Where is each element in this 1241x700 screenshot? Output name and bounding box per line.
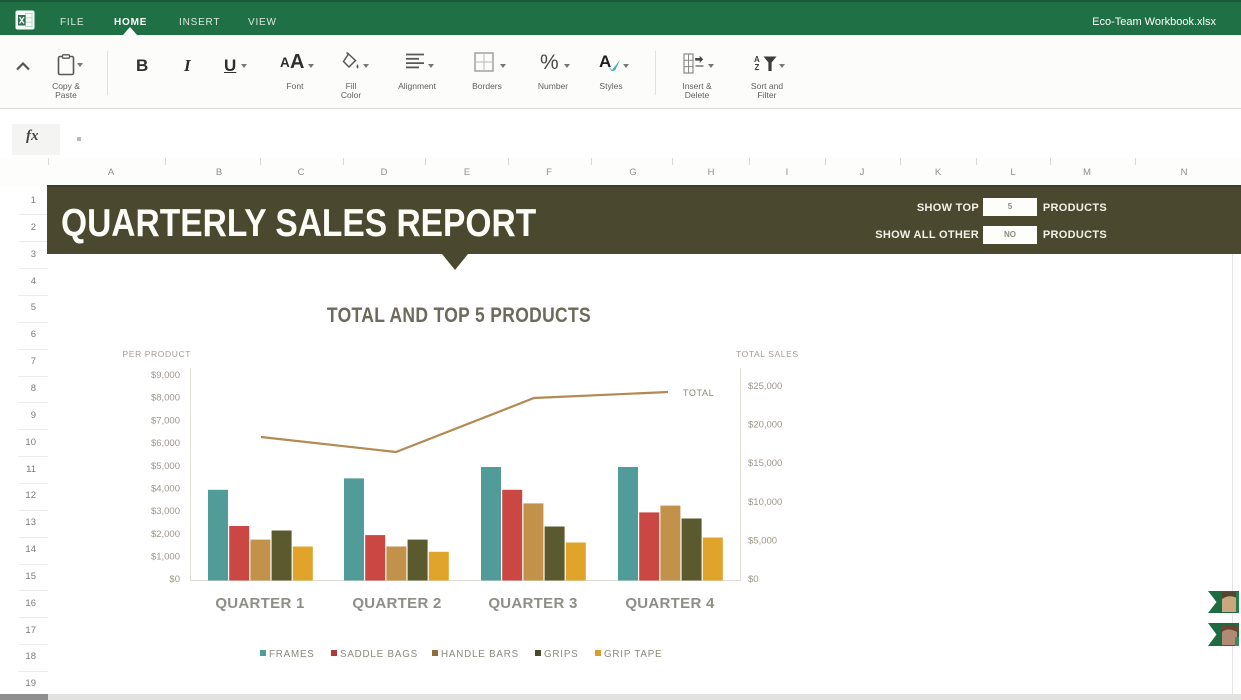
svg-text:FRAMES: FRAMES [269, 649, 315, 660]
svg-text:$0: $0 [169, 574, 180, 585]
svg-text:QUARTER 4: QUARTER 4 [625, 595, 715, 612]
svg-text:$1,000: $1,000 [151, 552, 180, 563]
svg-text:TOTAL AND TOP 5 PRODUCTS: TOTAL AND TOP 5 PRODUCTS [327, 305, 591, 328]
svg-text:$8,000: $8,000 [151, 393, 180, 404]
svg-text:TOTAL: TOTAL [683, 388, 714, 398]
svg-text:$25,000: $25,000 [748, 381, 782, 392]
svg-text:$3,000: $3,000 [151, 506, 180, 517]
svg-text:$6,000: $6,000 [151, 438, 180, 449]
svg-text:QUARTER 2: QUARTER 2 [352, 595, 441, 612]
svg-text:$20,000: $20,000 [748, 420, 782, 431]
svg-text:QUARTER 1: QUARTER 1 [215, 595, 304, 612]
svg-text:$10,000: $10,000 [748, 497, 782, 508]
svg-text:HANDLE BARS: HANDLE BARS [441, 649, 519, 660]
svg-text:QUARTER 3: QUARTER 3 [488, 595, 577, 612]
svg-text:SADDLE BAGS: SADDLE BAGS [340, 649, 418, 660]
svg-text:GRIPS: GRIPS [544, 649, 579, 660]
svg-text:$4,000: $4,000 [151, 483, 180, 494]
svg-text:$5,000: $5,000 [151, 461, 180, 472]
svg-text:$15,000: $15,000 [748, 458, 782, 469]
svg-text:$9,000: $9,000 [151, 370, 180, 381]
svg-text:$7,000: $7,000 [151, 415, 180, 426]
svg-text:$5,000: $5,000 [748, 535, 777, 546]
svg-text:PER PRODUCT: PER PRODUCT [123, 349, 191, 359]
svg-text:$2,000: $2,000 [151, 529, 180, 540]
svg-text:$0: $0 [748, 574, 759, 585]
svg-text:TOTAL SALES: TOTAL SALES [736, 349, 799, 359]
svg-text:GRIP TAPE: GRIP TAPE [604, 649, 662, 660]
